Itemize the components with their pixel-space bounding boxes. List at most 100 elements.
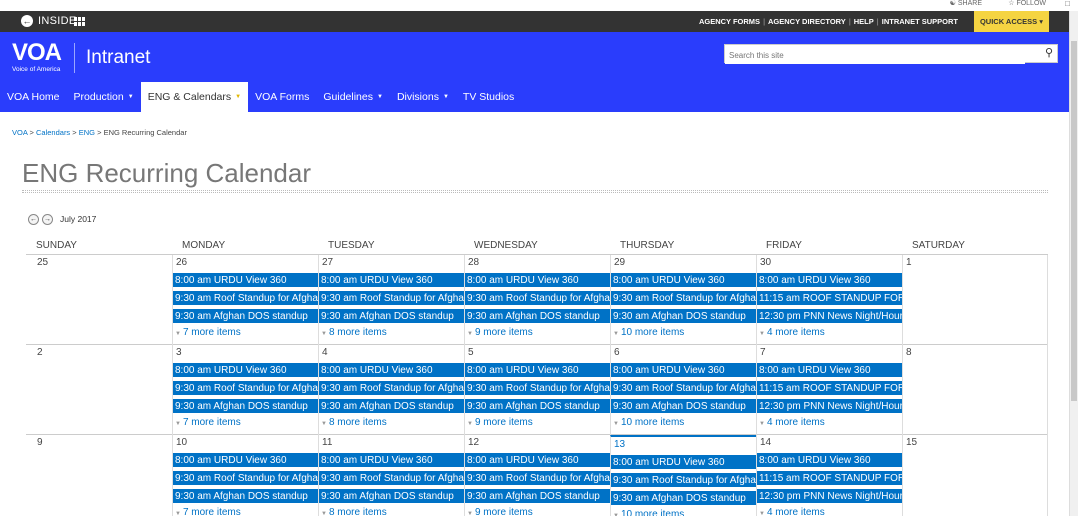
calendar-event[interactable]: 9:30 am Afghan DOS standup [319, 308, 466, 324]
day-number[interactable]: 15 [906, 436, 917, 449]
more-items-link[interactable]: ▼ 4 more items [757, 326, 904, 341]
calendar-event[interactable]: 9:30 am Afghan DOS standup [465, 398, 612, 414]
calendar-day-cell[interactable]: 30 8:00 am URDU View 360 11:15 am ROOF STA… [756, 255, 904, 345]
day-number[interactable]: 26 [176, 256, 187, 269]
calendar-event[interactable]: 8:00 am URDU View 360 [173, 272, 320, 288]
calendar-day-cell[interactable]: 14 8:00 am URDU View 360 11:15 am ROOF STA… [756, 435, 904, 516]
calendar-event[interactable]: 8:00 am URDU View 360 [757, 362, 904, 378]
search-icon[interactable]: ⚲ [1045, 47, 1053, 60]
calendar-day-cell[interactable]: 10 8:00 am URDU View 360 9:30 am Roof Stan… [172, 435, 320, 516]
day-number[interactable]: 29 [614, 256, 625, 269]
back-arrow-icon[interactable]: ← [21, 15, 33, 27]
calendar-day-cell[interactable]: 7 8:00 am URDU View 360 11:15 am ROOF STAN… [756, 345, 904, 435]
day-number[interactable]: 25 [37, 256, 48, 269]
calendar-day-cell[interactable]: 9 [26, 435, 172, 516]
calendar-event[interactable]: 9:30 am Roof Standup for Afghan [319, 380, 466, 396]
more-items-link[interactable]: ▼ 8 more items [319, 326, 466, 341]
calendar-day-cell[interactable]: 1 [902, 255, 1048, 345]
calendar-event[interactable]: 8:00 am URDU View 360 [757, 452, 904, 468]
calendar-event[interactable]: 11:15 am ROOF STANDUP FOR [757, 290, 904, 306]
calendar-event[interactable]: 9:30 am Roof Standup for Afghan [465, 290, 612, 306]
follow-button[interactable]: ☆ FOLLOW [1008, 0, 1046, 8]
calendar-event[interactable]: 8:00 am URDU View 360 [465, 272, 612, 288]
calendar-event[interactable]: 9:30 am Afghan DOS standup [611, 398, 758, 414]
day-number[interactable]: 13 [614, 438, 625, 451]
day-number[interactable]: 5 [468, 346, 474, 359]
day-number[interactable]: 14 [760, 436, 771, 449]
calendar-event[interactable]: 12:30 pm PNN News Night/Hour [757, 488, 904, 504]
calendar-event[interactable]: 8:00 am URDU View 360 [319, 362, 466, 378]
vertical-scrollbar[interactable] [1069, 11, 1078, 516]
more-items-link[interactable]: ▼ 9 more items [465, 506, 612, 516]
calendar-event[interactable]: 9:30 am Roof Standup for Afghan [173, 470, 320, 486]
more-items-link[interactable]: ▼ 9 more items [465, 326, 612, 341]
calendar-event[interactable]: 9:30 am Roof Standup for Afghan [319, 290, 466, 306]
calendar-day-cell[interactable]: 5 8:00 am URDU View 360 9:30 am Roof Stand… [464, 345, 612, 435]
calendar-day-cell[interactable]: 28 8:00 am URDU View 360 9:30 am Roof Stan… [464, 255, 612, 345]
more-items-link[interactable]: ▼ 7 more items [173, 416, 320, 431]
more-items-link[interactable]: ▼ 8 more items [319, 416, 466, 431]
calendar-event[interactable]: 9:30 am Roof Standup for Afghan [465, 380, 612, 396]
calendar-event[interactable]: 8:00 am URDU View 360 [611, 454, 758, 470]
day-number[interactable]: 1 [906, 256, 912, 269]
calendar-event[interactable]: 9:30 am Afghan DOS standup [173, 398, 320, 414]
share-button[interactable]: ☯ SHARE [950, 0, 982, 8]
calendar-event[interactable]: 9:30 am Afghan DOS standup [611, 490, 758, 506]
quick-access-button[interactable]: QUICK ACCESS ▾ [974, 11, 1049, 32]
day-number[interactable]: 3 [176, 346, 182, 359]
calendar-event[interactable]: 12:30 pm PNN News Night/Hour [757, 308, 904, 324]
day-number[interactable]: 28 [468, 256, 479, 269]
top-link-help[interactable]: HELP [854, 11, 874, 32]
breadcrumb-link-eng[interactable]: ENG [79, 128, 95, 137]
calendar-day-cell[interactable]: 25 [26, 255, 172, 345]
calendar-event[interactable]: 8:00 am URDU View 360 [173, 362, 320, 378]
more-items-link[interactable]: ▼ 4 more items [757, 506, 904, 516]
calendar-day-cell[interactable]: 6 8:00 am URDU View 360 9:30 am Roof Stand… [610, 345, 758, 435]
nav-item-tv-studios[interactable]: TV Studios [456, 82, 521, 112]
calendar-event[interactable]: 12:30 pm PNN News Night/Hour [757, 398, 904, 414]
calendar-event[interactable]: 8:00 am URDU View 360 [319, 272, 466, 288]
calendar-day-cell[interactable]: 11 8:00 am URDU View 360 9:30 am Roof Stan… [318, 435, 466, 516]
calendar-event[interactable]: 11:15 am ROOF STANDUP FOR [757, 380, 904, 396]
more-items-link[interactable]: ▼ 10 more items [611, 508, 758, 516]
calendar-day-cell[interactable]: 3 8:00 am URDU View 360 9:30 am Roof Stand… [172, 345, 320, 435]
calendar-event[interactable]: 9:30 am Afghan DOS standup [319, 398, 466, 414]
calendar-event[interactable]: 9:30 am Afghan DOS standup [173, 488, 320, 504]
calendar-event[interactable]: 9:30 am Afghan DOS standup [173, 308, 320, 324]
day-number[interactable]: 2 [37, 346, 43, 359]
calendar-event[interactable]: 8:00 am URDU View 360 [757, 272, 904, 288]
site-title[interactable]: Intranet [86, 47, 150, 69]
calendar-event[interactable]: 9:30 am Roof Standup for Afghan [465, 470, 612, 486]
next-month-button[interactable]: → [42, 214, 53, 225]
day-number[interactable]: 9 [37, 436, 43, 449]
calendar-event[interactable]: 9:30 am Roof Standup for Afghan [173, 290, 320, 306]
search-input[interactable] [725, 47, 1025, 64]
day-number[interactable]: 6 [614, 346, 620, 359]
calendar-event[interactable]: 8:00 am URDU View 360 [465, 452, 612, 468]
calendar-day-cell[interactable]: 15 [902, 435, 1048, 516]
nav-item-guidelines[interactable]: Guidelines ▼ [316, 82, 390, 112]
calendar-event[interactable]: 8:00 am URDU View 360 [611, 362, 758, 378]
calendar-event[interactable]: 9:30 am Afghan DOS standup [465, 488, 612, 504]
breadcrumb-link-voa[interactable]: VOA [12, 128, 27, 137]
more-items-link[interactable]: ▼ 8 more items [319, 506, 466, 516]
calendar-event[interactable]: 9:30 am Roof Standup for Afghan [319, 470, 466, 486]
calendar-event[interactable]: 8:00 am URDU View 360 [611, 272, 758, 288]
calendar-day-cell[interactable]: 29 8:00 am URDU View 360 9:30 am Roof Stan… [610, 255, 758, 345]
inside-brand[interactable]: INSIDE [38, 14, 76, 29]
page-icon[interactable]: □ [1065, 0, 1070, 8]
calendar-event[interactable]: 8:00 am URDU View 360 [173, 452, 320, 468]
calendar-event[interactable]: 9:30 am Afghan DOS standup [319, 488, 466, 504]
more-items-link[interactable]: ▼ 7 more items [173, 506, 320, 516]
top-link-intranet-support[interactable]: INTRANET SUPPORT [882, 11, 958, 32]
calendar-day-cell[interactable]: 27 8:00 am URDU View 360 9:30 am Roof Stan… [318, 255, 466, 345]
more-items-link[interactable]: ▼ 10 more items [611, 326, 758, 341]
more-items-link[interactable]: ▼ 9 more items [465, 416, 612, 431]
calendar-event[interactable]: 9:30 am Afghan DOS standup [611, 308, 758, 324]
prev-month-button[interactable]: ← [28, 214, 39, 225]
nav-item-voa-home[interactable]: VOA Home [0, 82, 67, 112]
calendar-day-cell[interactable]: 13 8:00 am URDU View 360 9:30 am Roof Stan… [610, 435, 758, 516]
breadcrumb-link-calendars[interactable]: Calendars [36, 128, 70, 137]
calendar-event[interactable]: 8:00 am URDU View 360 [465, 362, 612, 378]
calendar-day-cell[interactable]: 4 8:00 am URDU View 360 9:30 am Roof Stand… [318, 345, 466, 435]
